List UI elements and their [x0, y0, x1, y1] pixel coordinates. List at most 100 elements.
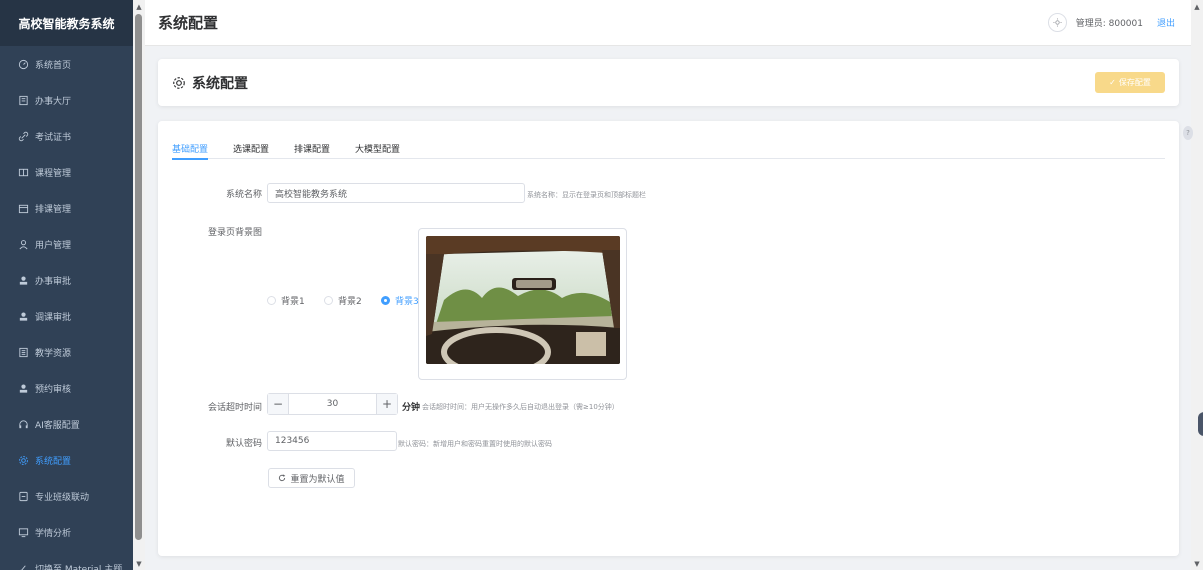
bg-option-3[interactable]: 背景3 — [381, 294, 419, 307]
sidebar-item-home[interactable]: 系统首页 — [0, 46, 133, 82]
sidebar-item-label: 考试证书 — [35, 132, 72, 143]
tab-llm[interactable]: 大模型配置 — [355, 142, 400, 159]
notebook-icon — [18, 347, 29, 358]
default-password-label: 默认密码 — [225, 439, 262, 449]
sidebar-item-teaching-resources[interactable]: 教学资源 — [0, 334, 133, 370]
data-analysis-icon — [18, 527, 29, 538]
sidebar-item-courses[interactable]: 课程管理 — [0, 154, 133, 190]
sidebar-item-service-hall[interactable]: 办事大厅 — [0, 82, 133, 118]
sidebar-item-major-class-link[interactable]: 专业班级联动 — [0, 478, 133, 514]
tab-course-selection[interactable]: 选课配置 — [233, 142, 269, 159]
user-solid-icon — [18, 311, 29, 322]
setting-icon — [18, 455, 29, 466]
scroll-down-arrow-icon[interactable]: ▼ — [135, 560, 143, 568]
sidebar-item-label: 课程管理 — [35, 168, 72, 179]
scroll-up-arrow-icon[interactable]: ▲ — [135, 3, 143, 11]
sidebar-item-label: 办事大厅 — [35, 96, 72, 107]
sidebar-item-label: 办事审批 — [35, 276, 72, 287]
decrease-button[interactable]: − — [268, 394, 289, 414]
save-config-button[interactable]: ✓ 保存配置 — [1095, 72, 1165, 93]
sidebar-item-label: 学情分析 — [35, 528, 72, 539]
system-name-label: 系统名称 — [225, 190, 262, 200]
sidebar-item-label: 预约审核 — [35, 384, 72, 395]
config-form-card: 基础配置 选课配置 排课配置 大模型配置 系统名称 高校智能教务系统 系统名称：… — [158, 121, 1179, 556]
sidebar-scroll-thumb[interactable] — [135, 14, 142, 540]
sidebar-item-label: 系统配置 — [35, 456, 72, 467]
sidebar-item-label: 系统首页 — [35, 60, 72, 71]
sidebar-scrollbar[interactable]: ▲ ▼ — [133, 0, 145, 570]
radio-label: 背景1 — [281, 297, 305, 307]
header-user-area: 管理员: 800001 退出 — [1047, 13, 1175, 32]
reading-icon — [18, 167, 29, 178]
office-building-icon — [18, 95, 29, 106]
link-icon — [18, 131, 29, 142]
logout-link[interactable]: 退出 — [1157, 16, 1175, 29]
sidebar-item-service-approval[interactable]: 办事审批 — [0, 262, 133, 298]
user-solid-icon — [18, 383, 29, 394]
sidebar-item-users[interactable]: 用户管理 — [0, 226, 133, 262]
system-name-input[interactable]: 高校智能教务系统 — [267, 183, 525, 203]
scroll-down-arrow-icon[interactable]: ▼ — [1193, 560, 1201, 568]
odometer-icon — [18, 59, 29, 70]
sidebar-item-label: 教学资源 — [35, 348, 72, 359]
calendar-icon — [18, 203, 29, 214]
page-scrollbar[interactable]: ▲ ▼ — [1191, 0, 1203, 570]
sidebar-item-system-config[interactable]: 系统配置 — [0, 442, 133, 478]
theme-toggle-button[interactable] — [1047, 13, 1067, 32]
bg-preview-image — [426, 236, 620, 364]
reset-default-label: 重置为默认值 — [290, 474, 345, 485]
app-logo: 高校智能教务系统 — [0, 0, 133, 46]
sidebar-item-learning-analysis[interactable]: 学情分析 — [0, 514, 133, 550]
headset-icon — [18, 419, 29, 430]
config-title-card: 系统配置 ✓ 保存配置 — [158, 59, 1179, 106]
setting-icon — [173, 77, 185, 89]
sidebar-item-label: 专业班级联动 — [35, 492, 90, 503]
config-tabs: 基础配置 选课配置 排课配置 大模型配置 — [172, 142, 1165, 160]
session-timeout-hint: 会话超时时间：用户无操作多久后自动退出登录（需≥10分钟） — [422, 403, 619, 411]
default-password-hint: 默认密码：新增用户和密码重置时使用的默认密码 — [398, 440, 552, 448]
sidebar-item-scheduling[interactable]: 排课管理 — [0, 190, 133, 226]
bg-option-2[interactable]: 背景2 — [324, 294, 362, 307]
tab-basic[interactable]: 基础配置 — [172, 142, 209, 160]
page-title: 系统配置 — [158, 14, 219, 32]
user-solid-icon — [18, 275, 29, 286]
sidebar-item-booking-review[interactable]: 预约审核 — [0, 370, 133, 406]
sun-icon — [1053, 18, 1062, 27]
scroll-up-arrow-icon[interactable]: ▲ — [1193, 3, 1201, 11]
default-password-input[interactable]: 123456 — [267, 431, 397, 451]
help-icon[interactable]: ? — [1183, 126, 1193, 140]
radio-label: 背景2 — [338, 297, 362, 307]
tab-scheduling[interactable]: 排课配置 — [294, 142, 330, 159]
sidebar-item-ai-service[interactable]: AI客服配置 — [0, 406, 133, 442]
increase-button[interactable]: + — [376, 394, 397, 414]
session-timeout-label: 会话超时时间 — [207, 403, 262, 413]
session-timeout-unit: 分钟 — [402, 403, 421, 413]
app-root: 高校智能教务系统 系统首页 办事大厅 考试证书 课程管理 排课管理 用户管理 办… — [0, 0, 1203, 570]
config-title: 系统配置 — [172, 73, 248, 93]
login-bg-label: 登录页背景图 — [207, 228, 262, 238]
sidebar-item-course-change-approval[interactable]: 调课审批 — [0, 298, 133, 334]
radio-circle — [381, 296, 390, 305]
brush-icon — [18, 563, 29, 570]
sidebar: 高校智能教务系统 系统首页 办事大厅 考试证书 课程管理 排课管理 用户管理 办… — [0, 0, 133, 570]
refresh-icon — [279, 474, 286, 482]
check-icon: ✓ — [1109, 78, 1116, 87]
sidebar-menu: 系统首页 办事大厅 考试证书 课程管理 排课管理 用户管理 办事审批 调课审批 … — [0, 46, 133, 570]
admin-label: 管理员: 800001 — [1075, 19, 1143, 29]
reset-default-button[interactable]: 重置为默认值 — [268, 468, 355, 488]
radio-circle — [324, 296, 333, 305]
session-timeout-stepper: − 30 + — [267, 393, 398, 415]
bg-preview-frame — [418, 228, 627, 380]
document-icon — [18, 491, 29, 502]
sidebar-item-exam-certificates[interactable]: 考试证书 — [0, 118, 133, 154]
sidebar-item-label: 切换至 Material 主题 — [35, 564, 123, 570]
save-config-label: 保存配置 — [1118, 78, 1151, 87]
sidebar-item-switch-theme[interactable]: 切换至 Material 主题 — [0, 550, 133, 570]
sidebar-item-label: AI客服配置 — [35, 420, 80, 431]
config-title-text: 系统配置 — [192, 76, 248, 92]
sidebar-item-label: 调课审批 — [35, 312, 72, 323]
session-timeout-value[interactable]: 30 — [289, 394, 376, 414]
floating-chat-icon[interactable] — [1198, 412, 1203, 436]
user-icon — [18, 239, 29, 250]
bg-option-1[interactable]: 背景1 — [267, 294, 305, 307]
